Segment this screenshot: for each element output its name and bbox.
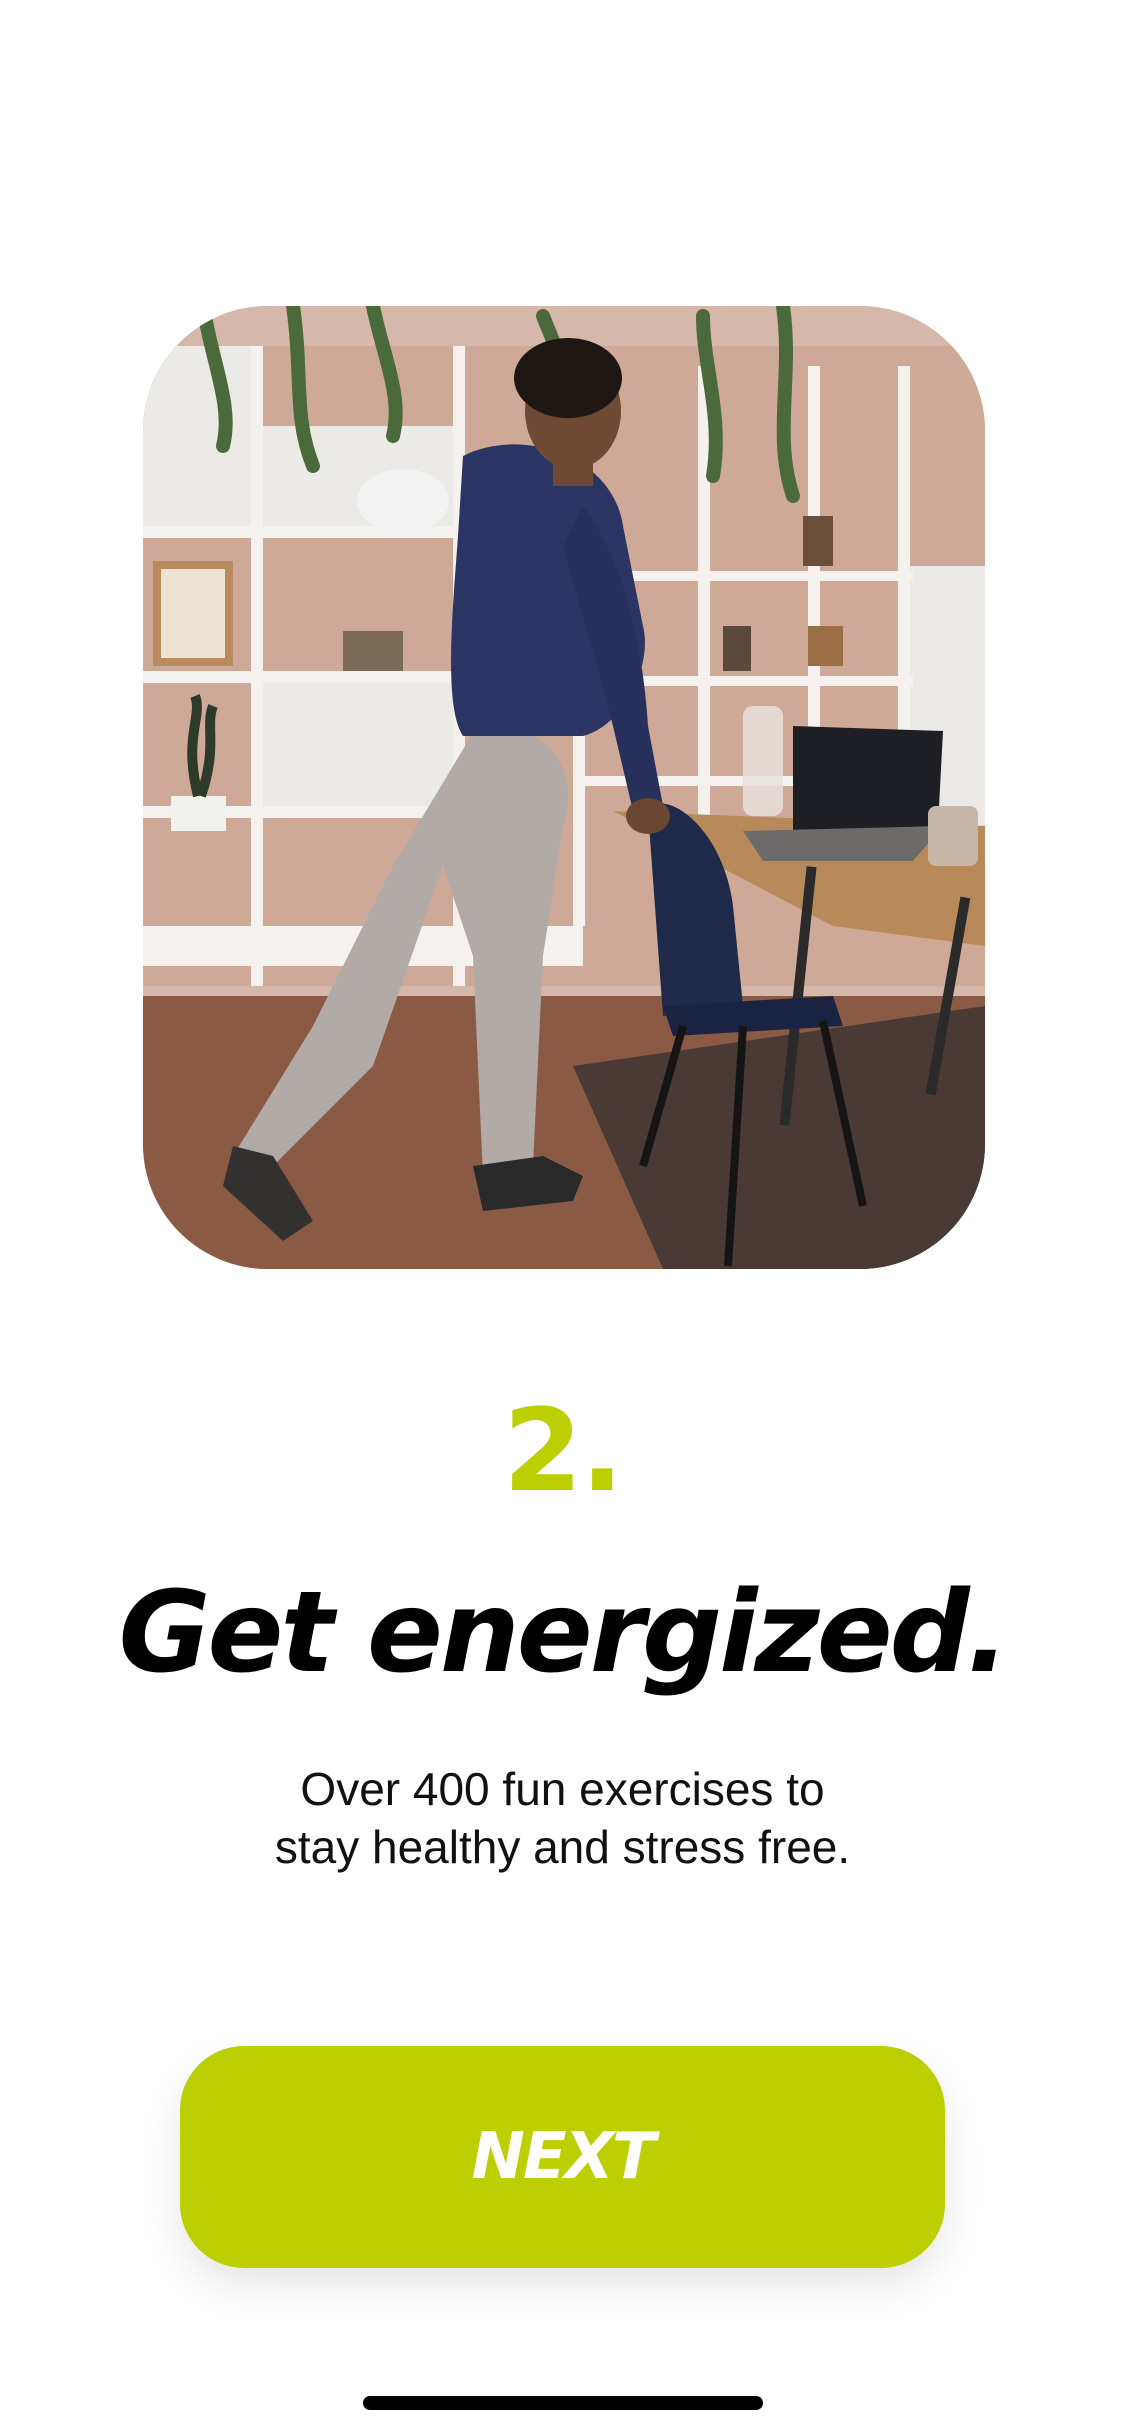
- onboarding-screen: 2. Get energized. Over 400 fun exercises…: [0, 0, 1125, 2436]
- page-title: Get energized.: [118, 1568, 1010, 1698]
- next-button[interactable]: NEXT: [180, 2046, 945, 2268]
- subtitle: Over 400 fun exercises to stay healthy a…: [200, 1760, 925, 1876]
- next-button-label: NEXT: [471, 2120, 655, 2194]
- subtitle-line-1: Over 400 fun exercises to: [300, 1763, 825, 1815]
- home-indicator: [363, 2396, 763, 2410]
- subtitle-line-2: stay healthy and stress free.: [274, 1821, 851, 1873]
- step-number: 2.: [503, 1384, 624, 1517]
- hero-image: [143, 306, 985, 1269]
